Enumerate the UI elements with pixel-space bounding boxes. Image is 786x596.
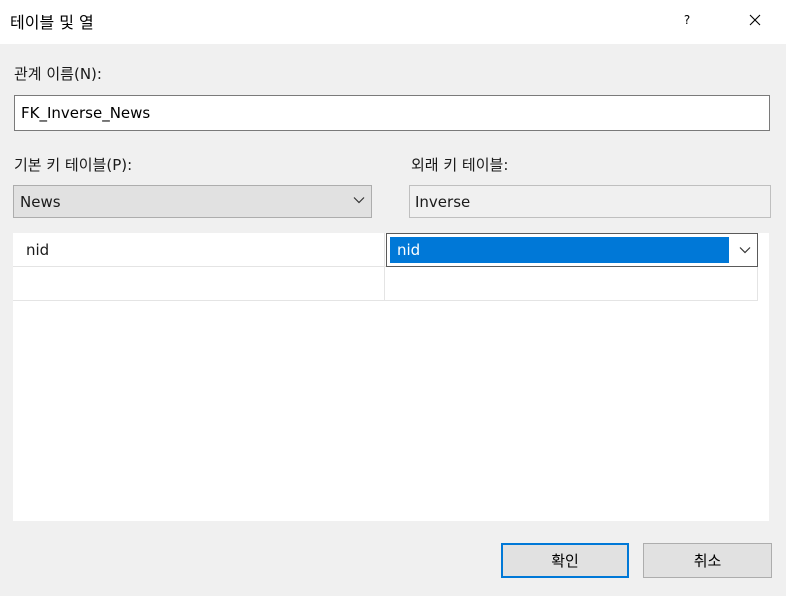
- ok-button[interactable]: 확인: [501, 543, 629, 578]
- relationship-name-input[interactable]: FK_Inverse_News: [14, 95, 770, 131]
- table-row: nid nid: [13, 233, 758, 267]
- foreign-column-value: nid: [397, 241, 421, 259]
- primary-key-table-dropdown[interactable]: News: [13, 185, 372, 218]
- foreign-column-cell[interactable]: [385, 267, 758, 301]
- primary-column-value: nid: [26, 240, 50, 259]
- foreign-key-table-field: Inverse: [409, 185, 771, 218]
- table-row: [13, 267, 758, 301]
- foreign-key-table-value: Inverse: [415, 192, 471, 211]
- chevron-down-icon: [353, 197, 365, 204]
- foreign-column-selected: nid: [390, 237, 729, 263]
- foreign-key-table-label: 외래 키 테이블:: [411, 156, 509, 174]
- cancel-button-label: 취소: [693, 552, 722, 570]
- close-icon: [749, 14, 761, 26]
- primary-key-table-value: News: [20, 192, 61, 211]
- cancel-button[interactable]: 취소: [643, 543, 772, 578]
- primary-key-table-label: 기본 키 테이블(P):: [14, 156, 133, 174]
- help-button[interactable]: ?: [668, 0, 706, 40]
- primary-column-cell[interactable]: nid: [13, 233, 385, 267]
- title-bar: 테이블 및 열 ?: [0, 0, 786, 44]
- chevron-down-icon[interactable]: [739, 246, 751, 254]
- relationship-name-label: 관계 이름(N):: [14, 65, 102, 83]
- window-title: 테이블 및 열: [10, 13, 94, 32]
- foreign-column-dropdown[interactable]: nid: [386, 233, 758, 267]
- columns-grid: nid nid: [13, 233, 769, 521]
- foreign-column-cell[interactable]: nid: [385, 233, 758, 267]
- primary-column-cell[interactable]: [13, 267, 385, 301]
- help-icon: ?: [683, 13, 691, 27]
- ok-button-label: 확인: [551, 552, 579, 570]
- relationship-name-value: FK_Inverse_News: [21, 104, 151, 122]
- close-button[interactable]: [735, 0, 775, 40]
